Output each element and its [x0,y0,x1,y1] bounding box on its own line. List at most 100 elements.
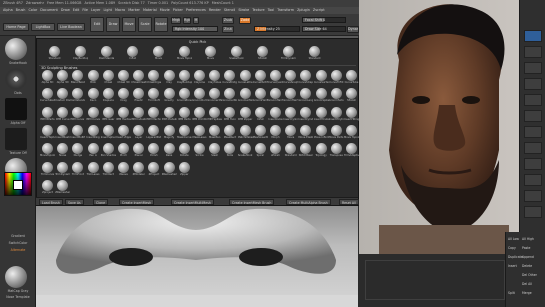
brush-item[interactable]: Alpha 3D [55,70,70,89]
brush-footer-button[interactable]: Load Brush [39,199,63,205]
quick-brush-item[interactable]: Standard [307,46,322,65]
brush-item[interactable]: Insert Zipper [116,124,131,144]
brush-item[interactable]: CurveTube [344,70,359,89]
brush-item[interactable]: TrimDynamic [55,161,70,181]
z-intensity-slider[interactable]: Z Intensity 25 [254,26,300,32]
brush-item[interactable]: Slide [222,143,237,162]
brush-item[interactable]: Rotate [177,143,192,162]
brush-item[interactable]: Drag [116,88,131,107]
rotate-button[interactable]: Rotate [154,17,168,32]
brush-item[interactable]: InsertMultiMesh [70,124,85,144]
brush-item[interactable]: CurveBridge [222,70,237,89]
brush-item[interactable]: IMM Machine [146,106,161,126]
menu-item-picker[interactable]: Picker [173,8,183,12]
brush-item[interactable]: Chisel [101,70,116,89]
brush-item[interactable]: Weave [116,161,131,181]
subtool-action-right[interactable]: Append [522,254,534,260]
menu-item-zplugin[interactable]: Zplugin [297,8,310,12]
brush-item[interactable]: Move Topological [344,124,359,144]
zsub-button[interactable]: Zsub [222,17,234,24]
subtool-action-right[interactable]: Delete [522,263,532,269]
subtool-action-left[interactable]: Duplicate [508,255,523,259]
edit-button[interactable]: Edit [90,17,104,32]
brush-item[interactable]: TrimAdaptive [344,143,359,162]
brush-item[interactable]: IMM Curve [86,106,101,126]
menu-item-alpha[interactable]: Alpha [3,8,13,12]
brush-icon[interactable] [5,38,27,60]
floor-icon[interactable] [524,110,542,122]
stroke-icon[interactable] [5,68,27,90]
brush-item[interactable]: IMM Toon [222,106,237,126]
persp-icon[interactable] [524,94,542,106]
scroll-icon[interactable] [524,30,542,42]
brush-item[interactable]: ClayTubes [207,70,222,89]
brush-footer-button[interactable]: Reset All [339,199,359,205]
brush-item[interactable]: ZRemesherGuides [162,161,177,181]
subtool-action-left[interactable]: Split [508,291,515,295]
quick-brush-item[interactable]: Move [151,46,166,65]
brush-item[interactable]: DamStandard [70,88,85,107]
brush-item[interactable]: InsertHCylinder [329,106,344,126]
brush-footer-button[interactable]: Clone [93,199,109,205]
brush-item[interactable]: StitchBasic [298,143,313,162]
menu-item-draw[interactable]: Draw [61,8,70,12]
brush-item[interactable]: Topology [314,143,329,162]
brush-item[interactable]: Elastic [131,88,146,107]
rotate-view-icon[interactable] [524,190,542,202]
scale-button[interactable]: Scale [138,17,152,32]
brush-item[interactable]: MatchMaker [238,124,253,144]
menu-item-tool[interactable]: Tool [268,8,275,12]
quick-brush-item[interactable]: DamStandard [99,46,114,65]
brush-item[interactable]: InsertHSphere [40,124,55,144]
brush-item[interactable]: Transpose [329,143,344,162]
brush-item[interactable]: Deco [86,88,101,107]
brush-footer-button[interactable]: Create InsertMultiMesh [171,199,214,205]
brush-item[interactable]: GroomSpike [314,88,329,107]
menu-item-stencil[interactable]: Stencil [224,8,235,12]
brush-item[interactable]: Rake [162,143,177,162]
texture-icon[interactable] [5,128,27,150]
brush-item[interactable]: TrimFront [70,161,85,181]
menu-item-render[interactable]: Render [209,8,221,12]
subtool-action-right[interactable]: Del Other [522,272,537,278]
brush-item[interactable]: MaskCurve [177,124,192,144]
zoom-icon[interactable] [524,46,542,58]
subtool-action-left[interactable]: Insert [508,264,517,268]
brush-item[interactable]: CurveStrapSnap [298,70,313,89]
zadd-button[interactable]: Zadd [239,17,251,24]
brush-item[interactable]: Pen Shadow [101,143,116,162]
brush-item[interactable]: Blob [86,70,101,89]
rgb-intensity-slider[interactable]: Rgb Intensity 100 [172,26,218,32]
brush-item[interactable]: Custom Displ [55,88,70,107]
brush-item[interactable]: hPolish [344,88,359,107]
brush-item[interactable]: Standard [283,143,298,162]
rgb-button[interactable]: Rgb [183,17,191,24]
brush-item[interactable]: GroomHairShort [268,88,283,107]
brush-item[interactable]: GroomerStrong [222,88,237,107]
brush-item[interactable]: Displace [101,88,116,107]
lightbox-button[interactable]: LightBox [31,23,55,31]
live-boolean-button[interactable]: Live Boolean [57,23,85,31]
brush-item[interactable]: FormSoft [146,88,161,107]
brush-item[interactable]: Clay [162,70,177,89]
menu-item-zscript[interactable]: Zscript [313,8,325,12]
brush-item[interactable]: ZRemesher [55,179,70,199]
brush-item[interactable]: GroomLengthen [298,88,313,107]
brush-item[interactable]: IMM Hardsurface [116,106,131,126]
brush-item[interactable]: Move Infinite [314,124,329,144]
brush-item[interactable]: ChiselCreature [131,70,146,89]
menu-item-material[interactable]: Material [143,8,157,12]
aahalf-icon[interactable] [524,78,542,90]
brush-item[interactable]: Move Parts [329,124,344,144]
brush-item[interactable]: Morph [268,124,283,144]
brush-item[interactable]: InsertHRing [344,106,359,126]
brush-footer-button[interactable]: Create MultiAlpha Brush [286,199,331,205]
subtool-action-left[interactable]: All Low [508,237,519,241]
brush-footer-button[interactable]: Create InsertMesh Brush [229,199,275,205]
menu-item-color[interactable]: Color [28,8,37,12]
brush-item[interactable]: Noise [55,143,70,162]
quick-brush-item[interactable]: Inflat [125,46,140,65]
brush-item[interactable]: MaskLasso [192,124,207,144]
brush-item[interactable]: Nudge [70,143,85,162]
brush-item[interactable]: InsertMesh [55,124,70,144]
